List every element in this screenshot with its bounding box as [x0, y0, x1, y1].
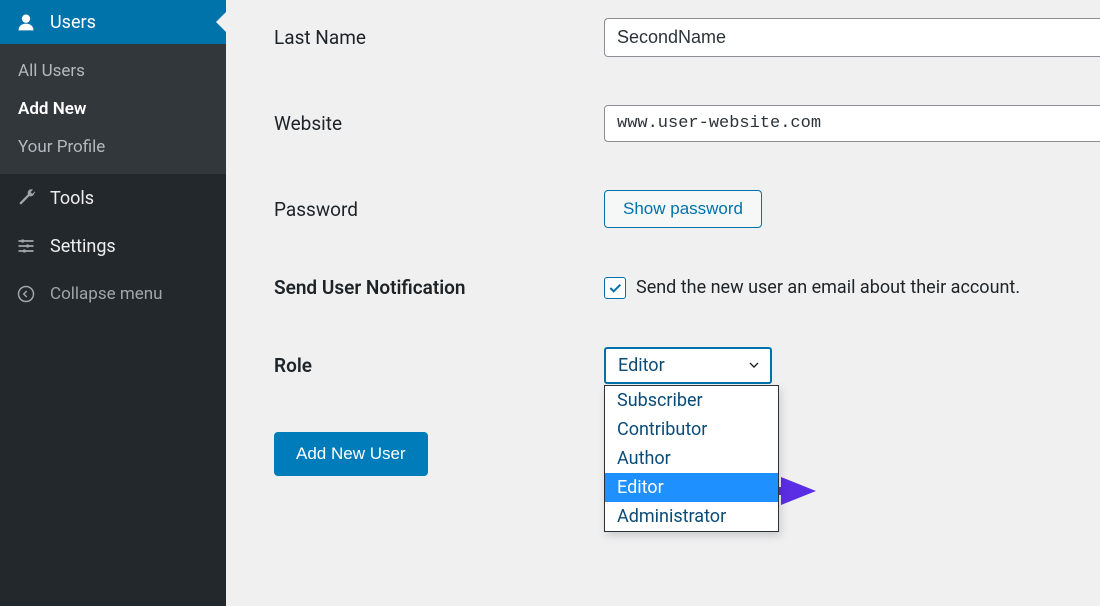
label-password: Password	[274, 198, 604, 221]
notification-checkbox[interactable]	[604, 277, 626, 299]
collapse-menu[interactable]: Collapse menu	[0, 270, 226, 318]
label-last-name: Last Name	[274, 26, 604, 49]
notification-checkbox-wrap: Send the new user an email about their a…	[604, 277, 1020, 299]
label-website: Website	[274, 112, 604, 135]
collapse-label: Collapse menu	[50, 284, 163, 304]
sidebar-section-label: Users	[50, 12, 96, 33]
sliders-icon	[14, 234, 38, 258]
label-notification: Send User Notification	[274, 276, 604, 299]
submenu-your-profile[interactable]: Your Profile	[0, 128, 226, 166]
row-notification: Send User Notification Send the new user…	[274, 276, 1100, 299]
sidebar-item-settings[interactable]: Settings	[0, 222, 226, 270]
row-website: Website	[274, 105, 1100, 142]
role-dropdown: Subscriber Contributor Author Editor Adm…	[604, 385, 779, 532]
check-icon	[607, 280, 623, 296]
submenu-all-users[interactable]: All Users	[0, 52, 226, 90]
role-option-subscriber[interactable]: Subscriber	[605, 386, 778, 415]
role-option-author[interactable]: Author	[605, 444, 778, 473]
row-role: Role Editor Subscriber Contributor Autho…	[274, 347, 1100, 384]
role-option-administrator[interactable]: Administrator	[605, 502, 778, 531]
label-role: Role	[274, 354, 604, 377]
add-new-user-button[interactable]: Add New User	[274, 432, 428, 476]
role-select-wrap: Editor Subscriber Contributor Author Edi…	[604, 347, 772, 384]
main-content: Last Name Website Password Show password…	[226, 0, 1100, 606]
wrench-icon	[14, 186, 38, 210]
user-icon	[14, 10, 38, 34]
show-password-button[interactable]: Show password	[604, 190, 762, 228]
collapse-icon	[14, 282, 38, 306]
role-option-contributor[interactable]: Contributor	[605, 415, 778, 444]
role-selected-value: Editor	[618, 355, 665, 376]
sidebar-item-tools[interactable]: Tools	[0, 174, 226, 222]
submenu-add-new[interactable]: Add New	[0, 90, 226, 128]
role-option-editor[interactable]: Editor	[605, 473, 778, 502]
input-last-name[interactable]	[604, 18, 1100, 57]
row-password: Password Show password	[274, 190, 1100, 228]
admin-sidebar: Users All Users Add New Your Profile Too…	[0, 0, 226, 606]
input-website[interactable]	[604, 105, 1100, 142]
role-select[interactable]: Editor	[604, 347, 772, 384]
notification-checkbox-label: Send the new user an email about their a…	[636, 277, 1020, 298]
chevron-down-icon	[746, 357, 762, 373]
sidebar-section-users[interactable]: Users	[0, 0, 226, 44]
sidebar-item-label: Settings	[50, 236, 116, 257]
sidebar-item-label: Tools	[50, 188, 94, 209]
sidebar-submenu: All Users Add New Your Profile	[0, 44, 226, 174]
row-last-name: Last Name	[274, 18, 1100, 57]
